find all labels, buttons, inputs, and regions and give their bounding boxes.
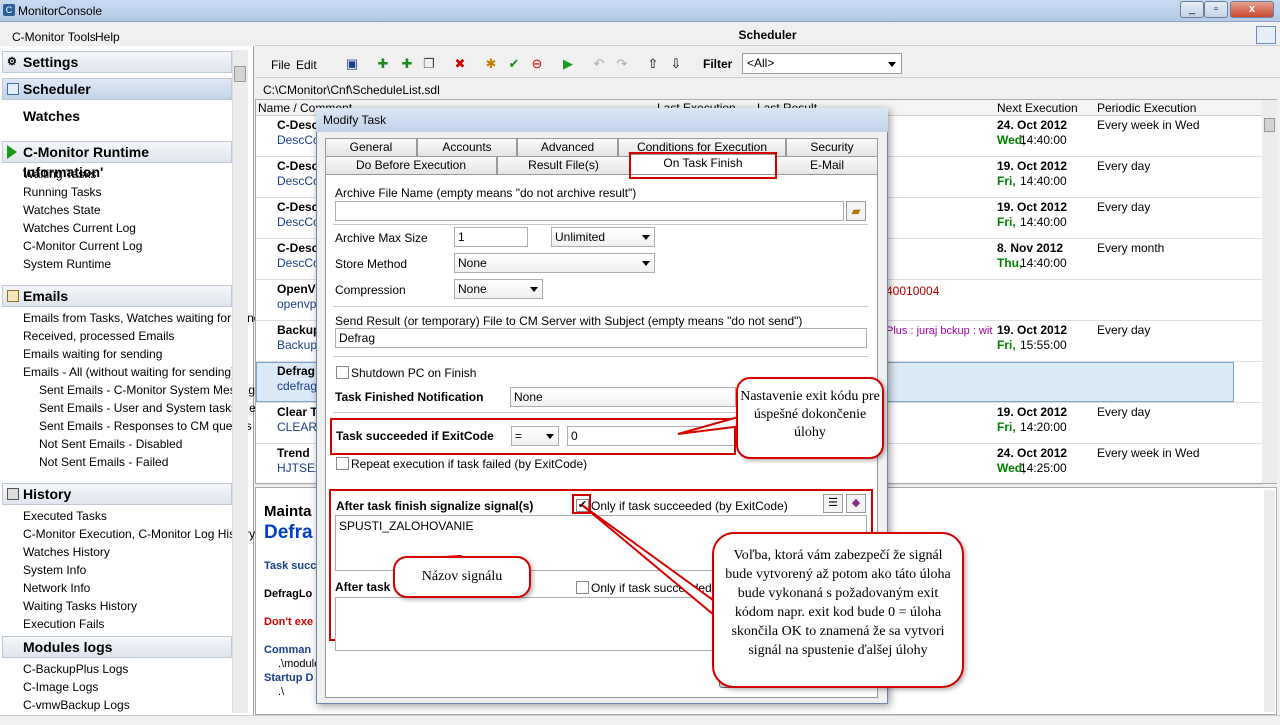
callout-signal-name: Názov signálu: [393, 556, 531, 598]
callout-exit-code: Nastavenie exit kódu pre úspešné dokonče…: [736, 377, 884, 459]
callout-pointer-option: [581, 504, 726, 622]
callout-pointers: [399, 414, 743, 622]
callout-option: Voľba, ktorá vám zabezpečí že signál bud…: [712, 532, 964, 688]
callout-pointer-exit: [677, 414, 743, 435]
